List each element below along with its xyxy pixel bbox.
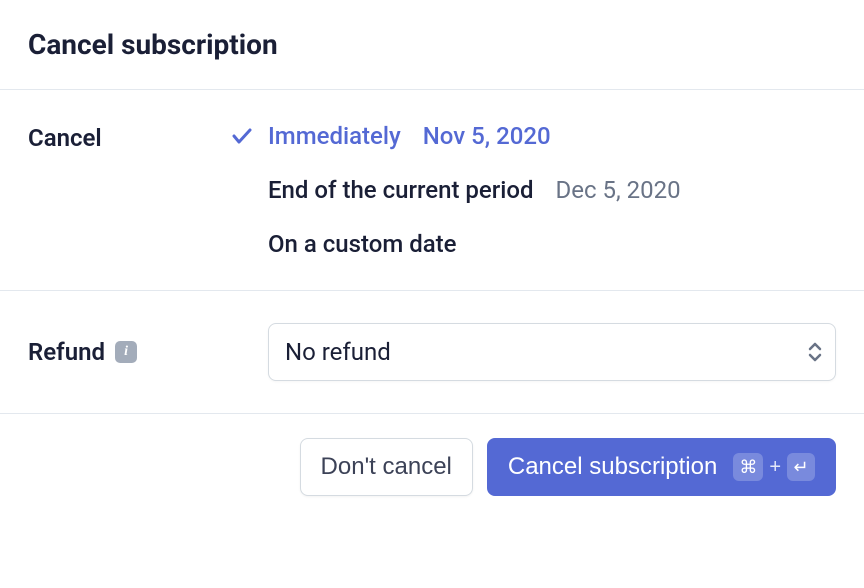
cancel-section: Cancel Immediately Nov 5, 2020 End of th… [0, 90, 864, 291]
dialog-header: Cancel subscription [0, 0, 864, 90]
cancel-options: Immediately Nov 5, 2020 End of the curre… [228, 122, 836, 258]
cancel-subscription-button[interactable]: Cancel subscription ⌘ + ↵ [487, 438, 836, 496]
button-label: Cancel subscription [508, 453, 717, 481]
cancel-option-custom-date[interactable]: On a custom date [228, 230, 836, 258]
cancel-option-end-period[interactable]: End of the current period Dec 5, 2020 [228, 176, 836, 204]
refund-section: Refund i No refund [0, 291, 864, 414]
cancel-subscription-dialog: Cancel subscription Cancel Immediately N… [0, 0, 864, 520]
option-label: End of the current period [268, 176, 534, 204]
button-label: Don't cancel [321, 453, 452, 481]
option-date: Dec 5, 2020 [556, 176, 681, 204]
option-date: Nov 5, 2020 [423, 122, 551, 150]
option-label: On a custom date [268, 230, 457, 258]
enter-key-icon: ↵ [787, 453, 815, 481]
plus-label: + [769, 456, 781, 479]
refund-label: Refund [28, 338, 105, 366]
refund-label-wrap: Refund i [28, 338, 228, 366]
check-icon [228, 124, 256, 148]
refund-select[interactable]: No refund [268, 323, 836, 381]
cancel-label: Cancel [28, 122, 228, 152]
info-icon[interactable]: i [115, 341, 137, 363]
dialog-title: Cancel subscription [28, 28, 836, 61]
cancel-option-immediately[interactable]: Immediately Nov 5, 2020 [228, 122, 836, 150]
dialog-footer: Don't cancel Cancel subscription ⌘ + ↵ [0, 414, 864, 520]
dont-cancel-button[interactable]: Don't cancel [300, 438, 473, 496]
keyboard-shortcut: ⌘ + ↵ [733, 453, 815, 481]
cmd-key-icon: ⌘ [733, 453, 763, 481]
option-label: Immediately [268, 122, 401, 150]
